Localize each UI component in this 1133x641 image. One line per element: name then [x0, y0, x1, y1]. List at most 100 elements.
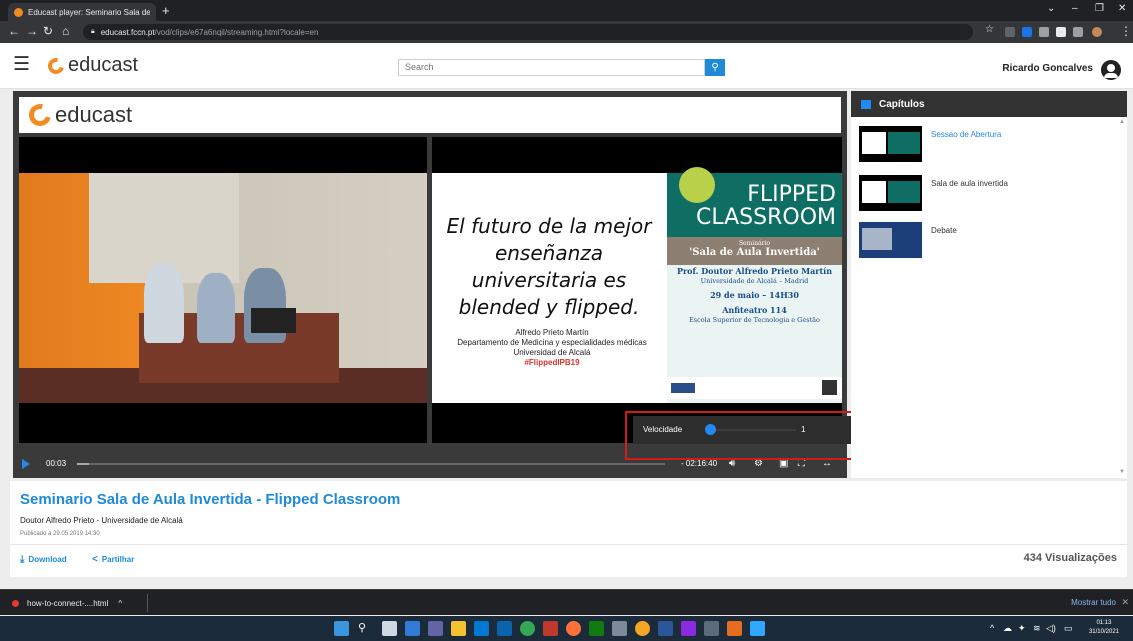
download-icon: ⤓ [20, 554, 25, 565]
app-icon[interactable] [635, 621, 650, 636]
download-shelf: how-to-connect-....html ^ Mostrar tudo ✕ [0, 589, 1133, 615]
educast-logo-icon [45, 54, 67, 77]
seminar-poster: FLIPPED CLASSROOM Seminário 'Sala de Aul… [667, 167, 842, 403]
video-info: Seminario Sala de Aula Invertida - Flipp… [10, 481, 1127, 577]
app-icon[interactable] [543, 621, 558, 636]
windows-start-icon[interactable] [334, 621, 349, 636]
download-item[interactable]: how-to-connect-....html ^ [8, 594, 148, 612]
teams-icon[interactable] [428, 621, 443, 636]
tray-app-icon[interactable]: ✦ [1018, 623, 1026, 634]
task-view-icon[interactable] [382, 621, 397, 636]
extension-icon[interactable] [1005, 27, 1015, 37]
extension-icon[interactable] [1022, 27, 1032, 37]
settings-icon[interactable] [612, 621, 627, 636]
address-bar[interactable]: 🔒︎ educast.fccn.pt/vod/clips/e67a6nqil/s… [83, 24, 973, 40]
lock-icon: 🔒︎ [91, 28, 95, 35]
chapter-thumbnail [859, 222, 922, 258]
download-filename: how-to-connect-....html [27, 598, 109, 608]
widgets-icon[interactable] [405, 621, 420, 636]
apple-icon [679, 167, 715, 203]
player-logo-text: educast [55, 102, 133, 127]
profile-avatar-icon[interactable] [1092, 27, 1102, 37]
view-count: 434 Visualizações [1023, 552, 1117, 564]
word-icon[interactable] [658, 621, 673, 636]
minimize-button[interactable]: – [1072, 3, 1078, 14]
forward-arrow-icon[interactable]: → [26, 24, 38, 38]
url-domain: educast.fccn.pt [100, 27, 155, 37]
tray-chevron-icon[interactable]: ^ [990, 623, 994, 633]
slide-university: Universidad de Alcalá [513, 348, 591, 357]
share-button[interactable]: < Partilhar [92, 554, 134, 565]
restore-button[interactable]: ❐ [1095, 3, 1104, 14]
hamburger-menu-icon[interactable]: ☰ [13, 55, 30, 75]
seek-bar[interactable] [77, 463, 665, 465]
divider [10, 544, 1127, 545]
battery-icon[interactable]: ▭ [1064, 623, 1073, 634]
search-icon: ⚲ [711, 62, 719, 73]
player-logo-bar: educast [19, 97, 841, 133]
search-input[interactable]: Search [398, 59, 705, 76]
photoshop-icon[interactable] [750, 621, 765, 636]
firefox-icon[interactable] [566, 621, 581, 636]
poster-room: 'Sala de Aula Invertida' [689, 247, 820, 258]
show-all-button[interactable]: Mostrar tudo [1071, 598, 1116, 607]
app-icon[interactable] [704, 621, 719, 636]
back-arrow-icon[interactable]: ← [8, 24, 20, 38]
chrome-icon[interactable] [520, 621, 535, 636]
poster-title-2: CLASSROOM [695, 205, 836, 230]
clock-time: 01:13 [1096, 620, 1112, 626]
list-icon [861, 99, 871, 109]
extension-icon[interactable] [1039, 27, 1049, 37]
chapters-panel: Capítulos Sessao de Abertura Sala de aul… [851, 91, 1127, 478]
mail-icon[interactable] [497, 621, 512, 636]
download-button[interactable]: ⤓ Download [20, 554, 67, 565]
site-logo[interactable]: educast [45, 54, 138, 77]
chapters-header: Capítulos [851, 91, 1127, 117]
chapter-label: Sala de aula invertida [931, 179, 1008, 188]
close-shelf-icon[interactable]: ✕ [1121, 597, 1129, 608]
poster-date: 29 de maio – 14H30 [710, 290, 799, 300]
home-icon[interactable]: ⌂ [62, 24, 69, 38]
file-explorer-icon[interactable] [451, 621, 466, 636]
extensions-puzzle-icon[interactable] [1056, 27, 1066, 37]
chapter-item[interactable]: Sala de aula invertida [859, 175, 1119, 215]
volume-tray-icon[interactable]: ◁) [1046, 623, 1056, 634]
user-name[interactable]: Ricardo Goncalves [1002, 63, 1093, 74]
search-icon[interactable]: ⚲ [358, 621, 373, 636]
system-clock[interactable]: 01:13 31/10/2021 [1089, 619, 1119, 637]
slide-headline: El futuro de la mejor enseñanza universi… [446, 214, 652, 319]
vlc-icon[interactable] [727, 621, 742, 636]
chapter-item[interactable]: Debate [859, 222, 1119, 262]
slides-video[interactable]: El futuro de la mejor enseñanza universi… [432, 137, 842, 443]
xbox-icon[interactable] [589, 621, 604, 636]
play-icon[interactable] [22, 459, 30, 469]
site-header: ☰ educast Search ⚲ Ricardo Goncalves [0, 43, 1133, 89]
camera-video[interactable] [19, 137, 427, 443]
video-subtitle: Doutor Alfredo Prieto - Universidade de … [20, 516, 183, 525]
seek-progress [77, 463, 89, 465]
reload-icon[interactable]: ↻ [43, 24, 53, 38]
reading-list-icon[interactable] [1073, 27, 1083, 37]
browser-tab-bar: Educast player: Seminario Sala de × + ⌄ … [0, 0, 1133, 21]
tab-search-icon[interactable]: ⌄ [1047, 3, 1055, 14]
browser-tab[interactable]: Educast player: Seminario Sala de × [8, 3, 156, 21]
search-button[interactable]: ⚲ [705, 59, 725, 76]
app-icon[interactable] [681, 621, 696, 636]
wifi-icon[interactable]: ≋ [1033, 623, 1041, 634]
onedrive-icon[interactable]: ☁ [1003, 623, 1012, 634]
browser-toolbar: ← → ↻ ⌂ 🔒︎ educast.fccn.pt/vod/clips/e67… [0, 21, 1133, 43]
chevron-up-icon[interactable]: ^ [118, 599, 122, 608]
new-tab-button[interactable]: + [162, 3, 170, 18]
close-window-button[interactable]: ✕ [1118, 3, 1126, 14]
chapters-scrollbar[interactable]: ▲ ▼ [1119, 119, 1125, 475]
chapter-item[interactable]: Sessao de Abertura [859, 126, 1119, 166]
poster-prof: Prof. Doutor Alfredo Prieto Martín [676, 266, 833, 276]
store-icon[interactable] [474, 621, 489, 636]
bookmark-star-icon[interactable]: ☆ [985, 24, 994, 35]
windows-taskbar: ⚲ ^ ☁ ✦ ≋ ◁) ▭ 01:13 31/10/2021 [0, 616, 1133, 641]
slide-department: Departamento de Medicina y especialidade… [457, 338, 647, 347]
chapter-thumbnail [859, 175, 922, 211]
user-account-icon[interactable] [1101, 60, 1121, 80]
chapter-thumbnail [859, 126, 922, 162]
browser-menu-icon[interactable]: ⋮ [1120, 24, 1132, 38]
